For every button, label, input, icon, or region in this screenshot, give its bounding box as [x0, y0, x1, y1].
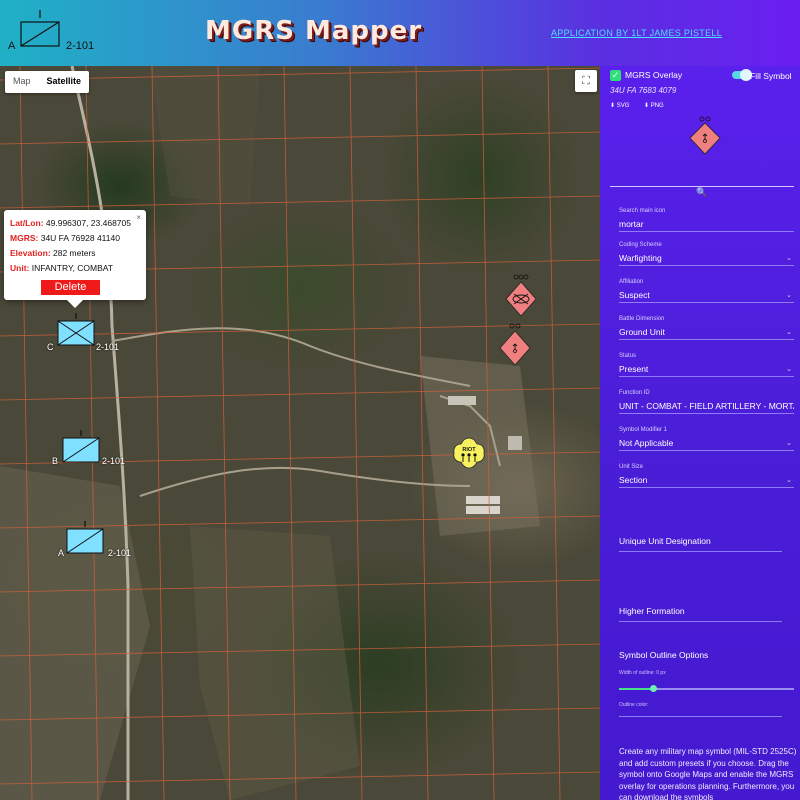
riot-label: RIOT [462, 447, 476, 453]
coding-scheme-select[interactable]: Coding Scheme Warfighting ⌄ [619, 242, 794, 266]
unit-symbol-a[interactable] [64, 521, 106, 559]
symbol-preview [689, 116, 721, 155]
outline-color-underline[interactable] [619, 716, 782, 717]
download-svg-button[interactable]: ⬇ SVG [610, 102, 629, 109]
download-icon: ⬇ [644, 103, 650, 109]
search-icon-field[interactable]: Search main icon mortar [619, 208, 794, 232]
sidebar: ✓ MGRS Overlay Fill Symbol 34U FA 7683 4… [600, 66, 800, 800]
logo-unit-number: 2-101 [66, 40, 95, 52]
download-svg-label: SVG [616, 103, 630, 109]
app-title: MGRS Mapper [205, 16, 423, 46]
unit-label: Unit: [10, 263, 30, 273]
chevron-down-icon: ⌄ [786, 366, 792, 373]
outline-color-label: Outline color: [619, 702, 649, 708]
logo-unit-symbol [20, 10, 60, 47]
unit-letter-c: C [47, 342, 54, 352]
logo-unit-letter: A [8, 40, 16, 52]
map-type-satellite-button[interactable]: Satellite [39, 71, 90, 93]
delete-button[interactable]: Delete [41, 280, 100, 295]
function-id-select[interactable]: Function ID UNIT - COMBAT - FIELD ARTILLE… [619, 390, 794, 414]
mgrs-value: 34U FA 76928 41140 [40, 233, 120, 243]
mgrs-overlay-checkbox[interactable]: ✓ [610, 70, 621, 81]
map-type-toggle: Map Satellite [5, 71, 90, 93]
download-png-label: PNG [650, 103, 664, 109]
unique-designation-underline [619, 551, 782, 552]
fill-symbol-label: Fill Symbol [750, 71, 792, 81]
elevation-label: Elevation: [10, 248, 51, 258]
unit-number-c: 2-101 [96, 342, 120, 352]
higher-formation-input[interactable]: Higher Formation [619, 606, 685, 616]
slider-fill [619, 688, 653, 690]
info-popup: × Lat/Lon: 49.996307, 23.468705 MGRS: 34… [4, 210, 146, 308]
suspect-armor-symbol[interactable] [503, 274, 539, 318]
unit-letter-a: A [58, 548, 65, 558]
fullscreen-icon[interactable]: ⛶ [575, 70, 597, 92]
unit-symbol-c[interactable] [55, 313, 97, 351]
unit-size-select[interactable]: Unit Size Section ⌄ [619, 464, 794, 488]
unit-letter-b: B [52, 456, 59, 466]
mgrs-label: MGRS: [10, 233, 39, 243]
elevation-value: 282 meters [53, 248, 96, 258]
mgrs-readout: 34U FA 7683 4079 [610, 86, 677, 95]
slider-knob[interactable] [650, 685, 657, 692]
riot-symbol[interactable]: RIOT [452, 436, 486, 470]
popup-close-icon[interactable]: × [136, 213, 141, 222]
affiliation-select[interactable]: Affiliation Suspect ⌄ [619, 279, 794, 303]
suspect-mortar-symbol[interactable] [497, 323, 533, 367]
download-icon: ⬇ [610, 103, 616, 109]
chevron-down-icon: ⌄ [786, 440, 792, 447]
chevron-down-icon: ⌄ [786, 329, 792, 336]
chevron-down-icon: ⌄ [786, 477, 792, 484]
map-type-map-button[interactable]: Map [5, 71, 39, 93]
latlon-label: Lat/Lon: [10, 218, 44, 228]
outline-width-label: Width of outline: 0 px [619, 670, 666, 676]
latlon-value: 49.996307, 23.468705 [45, 218, 131, 228]
status-select[interactable]: Status Present ⌄ [619, 353, 794, 377]
unit-value: INFANTRY, COMBAT [31, 263, 113, 273]
outline-width-slider[interactable] [619, 685, 794, 692]
unit-number-a: 2-101 [108, 548, 132, 558]
search-icon[interactable]: 🔍 [696, 187, 707, 198]
map-view[interactable]: Map Satellite ⛶ × Lat/Lon: 49.996307, 23… [0, 66, 600, 800]
chevron-down-icon: ⌄ [786, 255, 792, 262]
download-png-button[interactable]: ⬇ PNG [644, 102, 664, 109]
credit-link[interactable]: APPLICATION BY 1LT JAMES PISTELL [551, 28, 722, 38]
unique-designation-input[interactable]: Unique Unit Designation [619, 536, 711, 546]
unit-symbol-b[interactable] [60, 430, 102, 468]
app-header: A 2-101 MGRS Mapper APPLICATION BY 1LT J… [0, 0, 800, 66]
unit-number-b: 2-101 [102, 456, 126, 466]
fill-symbol-toggle[interactable] [732, 69, 752, 81]
chevron-down-icon: ⌄ [786, 292, 792, 299]
battle-dimension-select[interactable]: Battle Dimension Ground Unit ⌄ [619, 316, 794, 340]
mgrs-overlay-label: MGRS Overlay [625, 70, 683, 80]
outline-options-heading: Symbol Outline Options [619, 650, 709, 660]
app-description: Create any military map symbol (MIL-STD … [619, 747, 797, 800]
symbol-modifier-select[interactable]: Symbol Modifier 1 Not Applicable ⌄ [619, 427, 794, 451]
higher-formation-underline [619, 621, 782, 622]
